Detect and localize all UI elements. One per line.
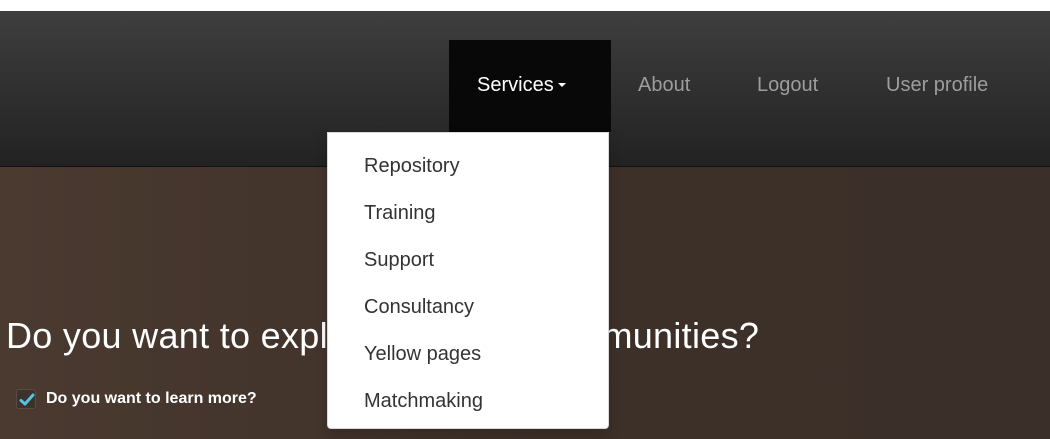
nav-about-label: About (638, 74, 691, 96)
nav-services[interactable]: Services (449, 40, 611, 132)
checkmark-icon (19, 393, 35, 406)
caret-down-icon (557, 82, 566, 87)
services-dropdown-menu: Repository Training Support Consultancy … (327, 132, 609, 429)
nav-about[interactable]: About (620, 40, 708, 132)
dropdown-item-training[interactable]: Training (328, 190, 608, 237)
dropdown-item-repository[interactable]: Repository (328, 143, 608, 190)
page: Services About Logout User profile Do yo… (0, 0, 1050, 439)
top-strip (0, 0, 1050, 11)
nav-user-profile-label: User profile (886, 74, 989, 96)
dropdown-item-yellow-pages[interactable]: Yellow pages (328, 331, 608, 378)
learn-more-label: Do you want to learn more? (46, 390, 257, 407)
dropdown-item-matchmaking[interactable]: Matchmaking (328, 378, 608, 425)
nav-services-label: Services (477, 74, 554, 96)
nav-logout-label: Logout (757, 74, 819, 96)
learn-more-checkbox-row[interactable]: Do you want to learn more? (16, 389, 257, 409)
nav-logout[interactable]: Logout (739, 40, 836, 132)
learn-more-checkbox[interactable] (16, 389, 36, 409)
dropdown-item-support[interactable]: Support (328, 237, 608, 284)
nav-user-profile[interactable]: User profile (868, 40, 1006, 132)
dropdown-item-consultancy[interactable]: Consultancy (328, 284, 608, 331)
